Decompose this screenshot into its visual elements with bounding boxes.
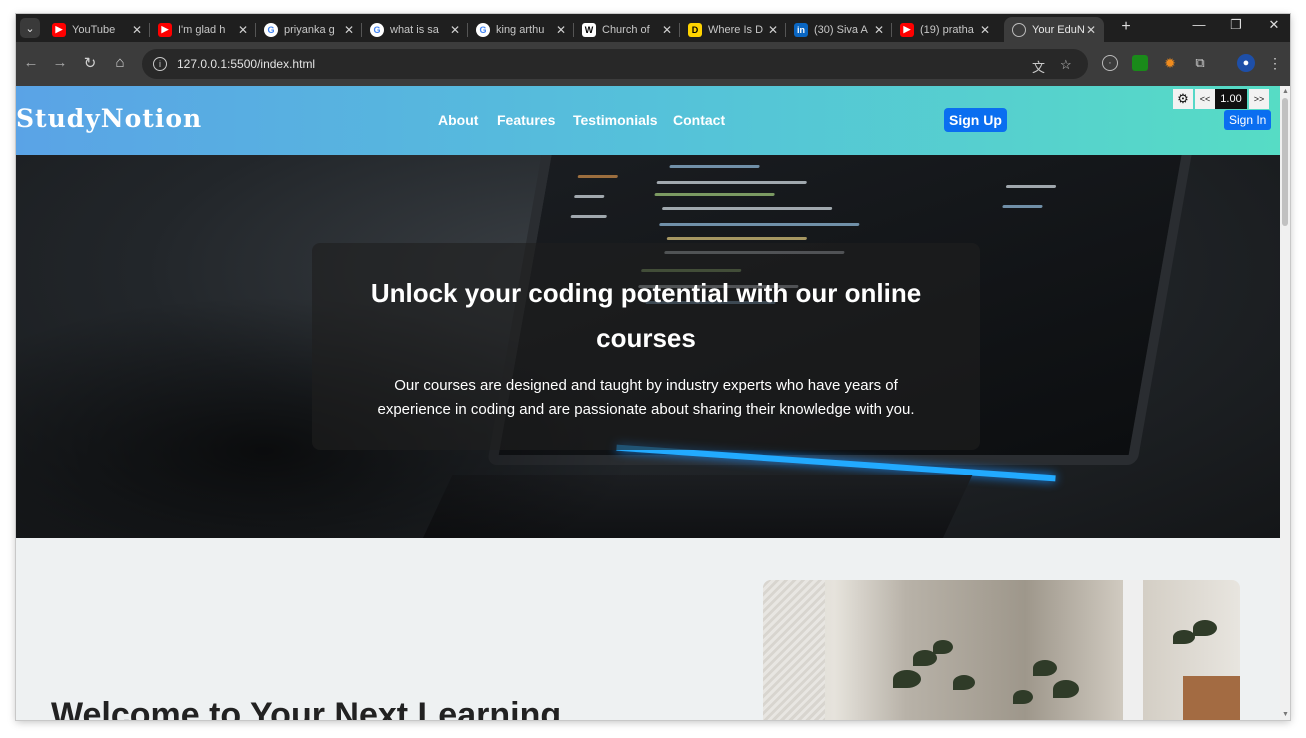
tab-label: Where Is D xyxy=(708,23,764,36)
nav-testimonials[interactable]: Testimonials xyxy=(573,112,658,128)
close-icon[interactable]: ✕ xyxy=(130,23,144,37)
close-icon[interactable]: ✕ xyxy=(342,23,356,37)
window-close-icon[interactable]: ✕ xyxy=(1264,17,1284,33)
google-icon: G xyxy=(370,22,384,37)
tab-label: YouTube xyxy=(72,23,116,36)
close-icon[interactable]: ✕ xyxy=(660,23,674,37)
nav-features[interactable]: Features xyxy=(497,112,555,128)
speed-increase-button[interactable]: >> xyxy=(1249,89,1269,109)
close-icon[interactable]: ✕ xyxy=(554,23,568,37)
nav-about[interactable]: About xyxy=(438,112,478,128)
tab-label: (30) Siva A xyxy=(814,23,868,36)
browser-window: ⌄ ▶ YouTube ✕ ▶ I'm glad h ✕ G priyanka … xyxy=(16,14,1290,720)
welcome-image xyxy=(763,580,1240,720)
tab-siva[interactable]: in (30) Siva A ✕ xyxy=(786,17,892,42)
tab-label: I'm glad h xyxy=(178,23,226,36)
tab-youtube[interactable]: ▶ YouTube ✕ xyxy=(44,17,150,42)
forward-icon[interactable]: → xyxy=(50,54,70,71)
welcome-heading: Welcome to Your Next Learning xyxy=(51,696,562,720)
extension-sun-icon[interactable]: ✹ xyxy=(1162,55,1178,71)
hero-section: Unlock your coding potential with our on… xyxy=(16,155,1280,538)
tab-label: king arthu xyxy=(496,23,545,36)
wikipedia-icon: W xyxy=(582,22,596,37)
hero-card: Unlock your coding potential with our on… xyxy=(312,243,980,450)
close-icon[interactable]: ✕ xyxy=(872,23,886,37)
linkedin-icon: in xyxy=(794,22,808,37)
close-icon[interactable]: ✕ xyxy=(236,23,250,37)
scroll-down-icon[interactable]: ▼ xyxy=(1282,711,1289,718)
home-icon[interactable]: ⌂ xyxy=(110,54,130,71)
tab-search-icon[interactable]: ⌄ xyxy=(20,18,40,38)
restore-icon[interactable]: ❐ xyxy=(1226,17,1246,33)
close-icon[interactable]: ✕ xyxy=(766,23,780,37)
tab-label: priyanka g xyxy=(284,23,335,36)
youtube-icon: ▶ xyxy=(900,22,914,37)
site-logo[interactable]: StudyNotion xyxy=(16,104,202,133)
hero-subtitle: Our courses are designed and taught by i… xyxy=(377,377,915,418)
tab-pratha[interactable]: ▶ (19) pratha ✕ xyxy=(892,17,998,42)
site-info-icon[interactable]: i xyxy=(153,57,167,71)
close-icon[interactable]: ✕ xyxy=(978,23,992,37)
tab-king-arthur[interactable]: G king arthu ✕ xyxy=(468,17,574,42)
close-icon[interactable]: ✕ xyxy=(1084,23,1098,37)
nav-contact[interactable]: Contact xyxy=(673,112,725,128)
sign-up-button[interactable]: Sign Up xyxy=(944,108,1007,132)
scroll-up-icon[interactable]: ▲ xyxy=(1282,88,1289,95)
tab-where-is[interactable]: D Where Is D ✕ xyxy=(680,17,786,42)
menu-kebab-icon[interactable]: ⋮ xyxy=(1267,55,1283,71)
tab-what-is[interactable]: G what is sa ✕ xyxy=(362,17,468,42)
tab-your-edu[interactable]: Your EduN ✕ xyxy=(1004,17,1104,42)
sign-in-button[interactable]: Sign In xyxy=(1224,110,1272,130)
extension-circle-icon[interactable]: · xyxy=(1102,55,1118,71)
gear-icon[interactable]: ⚙ xyxy=(1173,89,1193,109)
tab-church-of[interactable]: W Church of ✕ xyxy=(574,17,680,42)
tab-label: Your EduN xyxy=(1032,23,1084,36)
video-speed-controller: ⚙ << 1.00 >> xyxy=(1173,88,1269,110)
browser-toolbar: ← → ↻ ⌂ i 127.0.0.1:5500/index.html 文 ☆ … xyxy=(16,42,1290,86)
address-text: 127.0.0.1:5500/index.html xyxy=(177,57,316,71)
profile-avatar-icon[interactable]: ● xyxy=(1237,54,1255,72)
extension-green-icon[interactable] xyxy=(1132,55,1148,71)
image-door xyxy=(1123,580,1143,720)
reload-icon[interactable]: ↻ xyxy=(80,54,100,72)
page-viewport: StudyNotion About Features Testimonials … xyxy=(16,86,1290,720)
translate-icon[interactable]: 文 xyxy=(1032,57,1045,76)
google-icon: G xyxy=(264,22,278,37)
site-navbar: StudyNotion About Features Testimonials … xyxy=(16,86,1280,155)
speed-decrease-button[interactable]: << xyxy=(1195,89,1215,109)
extensions-puzzle-icon[interactable]: ⧉ xyxy=(1192,55,1208,71)
image-window-blind xyxy=(763,580,825,720)
address-bar[interactable]: i 127.0.0.1:5500/index.html 文 ☆ xyxy=(142,49,1088,79)
tab-im-glad[interactable]: ▶ I'm glad h ✕ xyxy=(150,17,256,42)
globe-icon xyxy=(1012,22,1026,37)
image-shelf xyxy=(1183,676,1240,720)
tab-strip: ⌄ ▶ YouTube ✕ ▶ I'm glad h ✕ G priyanka … xyxy=(16,14,1290,42)
tab-label: (19) pratha xyxy=(920,23,974,36)
youtube-icon: ▶ xyxy=(158,22,172,37)
speed-value: 1.00 xyxy=(1215,89,1247,109)
bookmark-star-icon[interactable]: ☆ xyxy=(1060,57,1072,73)
youtube-icon: ▶ xyxy=(52,22,66,37)
tab-label: Church of xyxy=(602,23,650,36)
hero-title: Unlock your coding potential with our on… xyxy=(370,278,922,353)
tab-priyanka[interactable]: G priyanka g ✕ xyxy=(256,17,362,42)
back-icon[interactable]: ← xyxy=(21,54,41,71)
tab-label: what is sa xyxy=(390,23,439,36)
new-tab-icon[interactable]: + xyxy=(1116,18,1136,36)
close-icon[interactable]: ✕ xyxy=(448,23,462,37)
d-icon: D xyxy=(688,22,702,37)
scrollbar-thumb[interactable] xyxy=(1282,98,1288,226)
page-scrollbar[interactable]: ▲ ▼ xyxy=(1280,86,1290,720)
google-icon: G xyxy=(476,22,490,37)
minimize-icon[interactable]: — xyxy=(1189,17,1209,32)
